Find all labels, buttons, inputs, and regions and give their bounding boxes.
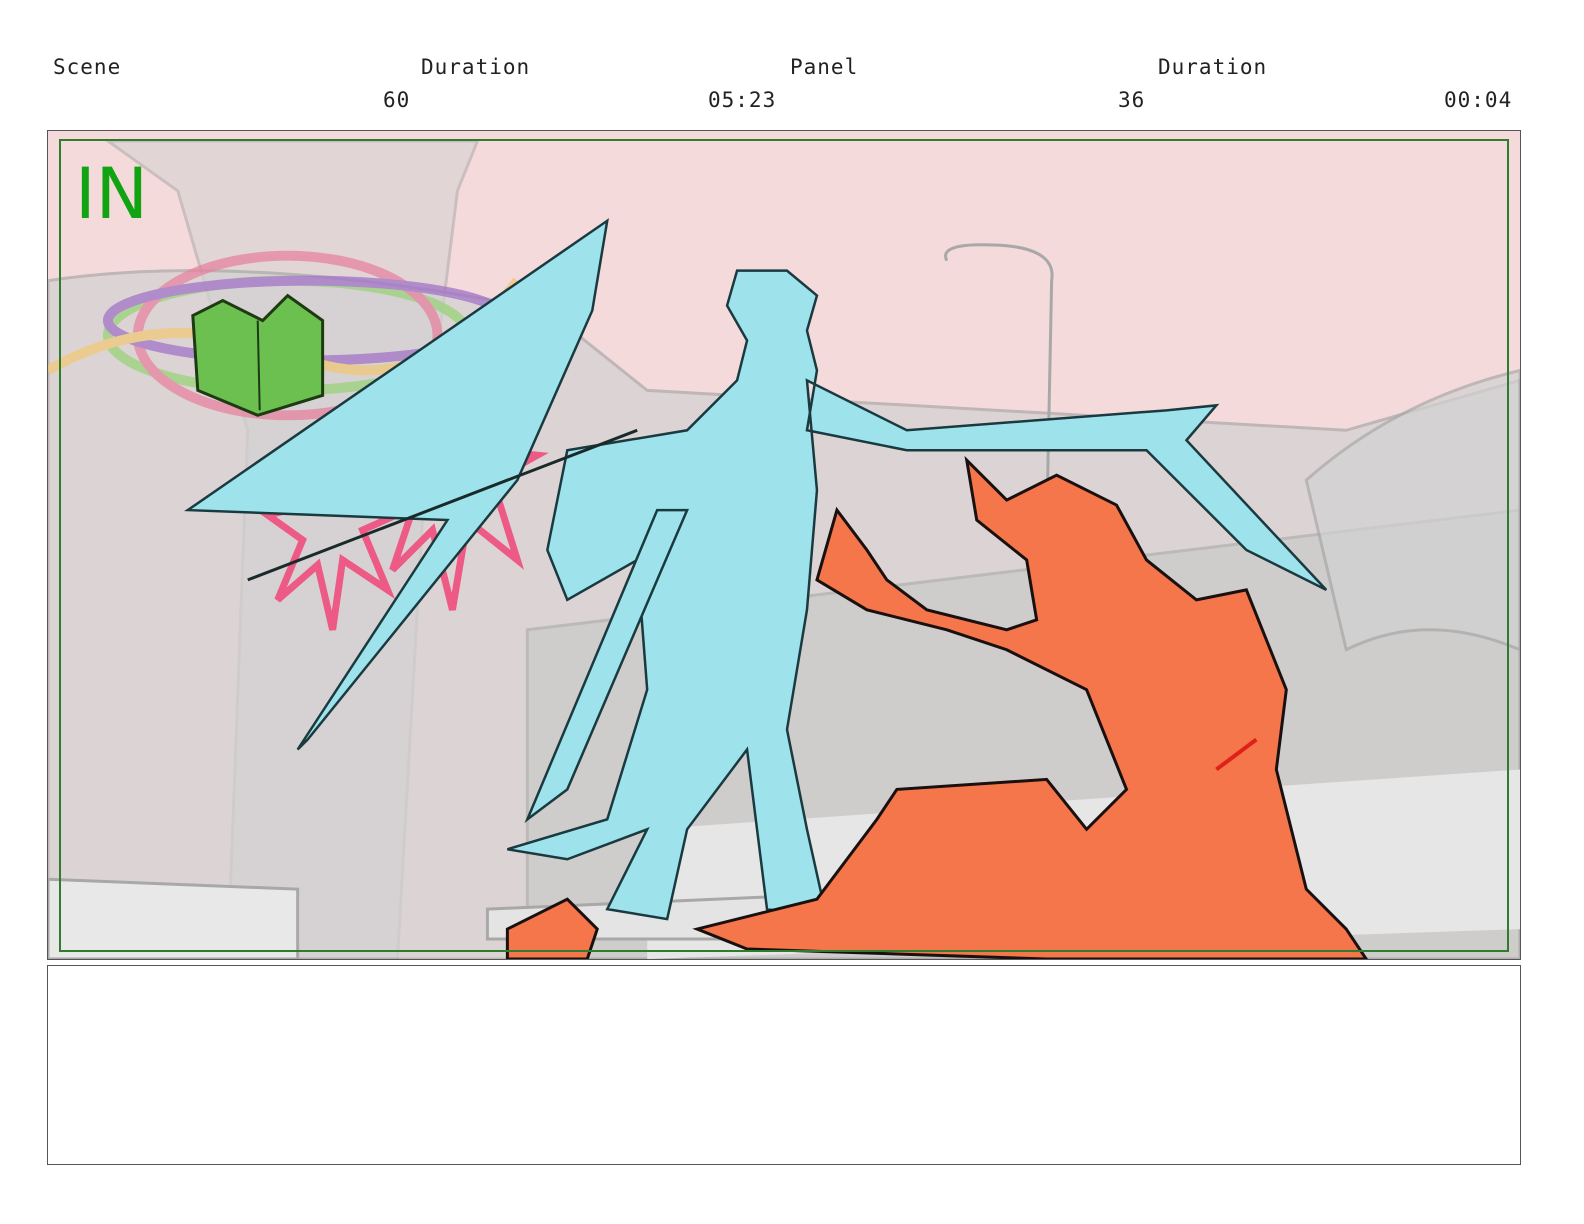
panel-duration-label: Duration [1158, 55, 1268, 79]
action-notes-box[interactable] [47, 965, 1521, 1165]
scene-label: Scene [53, 55, 122, 79]
panel-number: 36 [1118, 88, 1146, 112]
storyboard-panel-frame: IN [47, 130, 1521, 960]
transition-label: IN [75, 153, 149, 235]
scene-duration-label: Duration [421, 55, 531, 79]
storyboard-drawing [48, 131, 1520, 959]
panel-label: Panel [790, 55, 859, 79]
scene-number: 60 [383, 88, 411, 112]
panel-duration-value: 00:04 [1444, 88, 1513, 112]
scene-duration-value: 05:23 [708, 88, 777, 112]
